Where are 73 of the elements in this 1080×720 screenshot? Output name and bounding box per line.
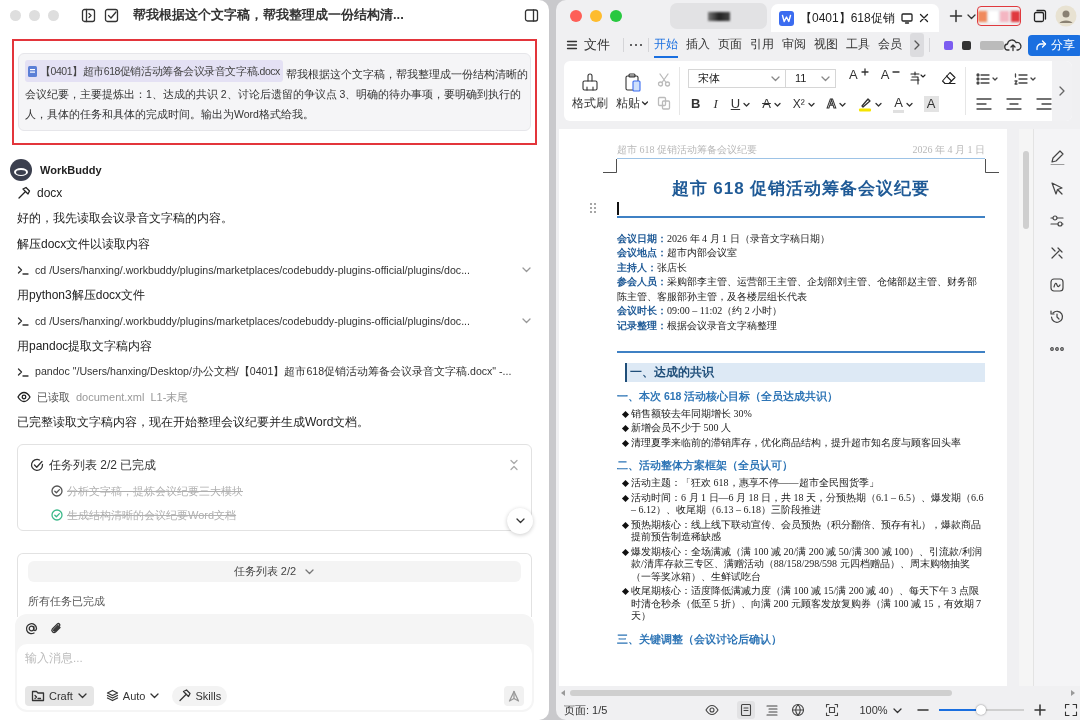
- bullet-text: 清理夏季来临前的滞销库存，优化商品结构，提升超市知名度与顾客回头率: [631, 436, 961, 449]
- task-summary: 所有任务已完成: [28, 594, 106, 609]
- message-text: 解压docx文件以读取内容: [17, 235, 151, 253]
- read-label: 已读取: [37, 389, 70, 405]
- mode-button[interactable]: Craft: [25, 685, 94, 706]
- attachment-chip[interactable]: 【0401】超市618促销活动筹备会议录音文字稿.docx: [25, 60, 283, 82]
- task-list-toggle[interactable]: 任务列表 2/2: [28, 560, 521, 582]
- bold-button[interactable]: B: [688, 94, 704, 114]
- ribbon-tab[interactable]: 开始: [654, 32, 678, 58]
- assistant-name: WorkBuddy: [40, 163, 102, 176]
- window-title: 帮我根据这个文字稿，帮我整理成一份结构清...: [133, 6, 404, 24]
- ribbon-tab[interactable]: 审阅: [782, 32, 806, 58]
- task-text: 生成结构清晰的会议纪要Word文档: [67, 507, 237, 523]
- skill-label: docx: [37, 186, 63, 201]
- paste-button[interactable]: 粘贴: [616, 71, 649, 111]
- file-name: document.xml: [76, 391, 145, 404]
- meeting-info: 会议日期：2026 年 4 月 1 日（录音文字稿日期）: [617, 231, 831, 246]
- font-size-select[interactable]: 11: [786, 68, 836, 88]
- subsection-heading: 三、关键调整（会议讨论后确认）: [617, 632, 782, 646]
- bullet-text: 销售额较去年同期增长 30%: [631, 407, 752, 420]
- message-text: 帮我根据这个文字稿，帮我整理成一份结构清晰的: [285, 67, 528, 80]
- underline-button[interactable]: U: [727, 94, 753, 114]
- model-button[interactable]: Auto: [99, 685, 167, 706]
- file-menu[interactable]: 文件: [566, 36, 618, 54]
- task-list-title: 任务列表 2/2 已完成: [49, 456, 157, 474]
- italic-button[interactable]: I: [710, 94, 721, 114]
- document-tab[interactable]: 【0401】618促销: [771, 4, 939, 32]
- shading-button[interactable]: A: [921, 94, 941, 114]
- bullet-text: 收尾期核心：适度降低满减力度（满 100 减 15/满 200 减 40）、每天下午 3 点限时清仓秒杀（低至 5 折）、向满 200 元顾客发放复购券（满 100 减 15，有效期 7 天）: [631, 585, 982, 623]
- command-text: cd /Users/hanxing/.workbuddy/plugins/marketplaces/codebuddy-plugins-official/plugins/doc...: [35, 263, 471, 276]
- section-heading: 一、达成的共识: [625, 362, 985, 382]
- meeting-info: 会议地点：超市内部会议室: [617, 246, 738, 260]
- subsection-heading: 一、本次 618 活动核心目标（全员达成共识）: [617, 389, 839, 403]
- ribbon-tab[interactable]: 工具: [846, 32, 870, 58]
- strikethrough-button[interactable]: A: [759, 94, 783, 114]
- ribbon-tab[interactable]: 引用: [750, 32, 774, 58]
- bullet-text: 预热期核心：线上线下联动宣传、会员预热（积分翻倍、预存有礼），爆款商品提前预告制造稀缺感: [631, 518, 982, 544]
- font-color-button[interactable]: A: [891, 94, 915, 114]
- message-text: 用python3解压docx文件: [17, 286, 146, 304]
- meeting-info: 记录整理：根据会议录音文字稿整理: [617, 318, 778, 333]
- font-select[interactable]: 宋体: [688, 68, 786, 88]
- command-text: pandoc "/Users/hanxing/Desktop/办公文档/【0401】超市618促销活动筹备会议录音文字稿.docx" -...: [35, 364, 513, 379]
- format-painter-button[interactable]: 格式刷: [572, 71, 608, 111]
- message-text: 会议纪要，主要提炼出：1、达成的共识 2、讨论后遗留的争议点 3、明确的待办事项，要明确到执行的人，具体的任务和具体的完成时间。输出为Word格式给我。: [25, 86, 523, 122]
- message-text: 好的，我先读取会议录音文字稿的内容。: [17, 210, 233, 228]
- bullet-text: 爆发期核心：全场满减（满 100 减 20/满 200 减 50/满 300 减 100）、引流款/利润款/清库存款三专区、满赠活动（88/158/298/598 元四档赠品）、周末购物抽奖（一等奖冰箱）、生鲜试吃台: [631, 545, 983, 583]
- ribbon-tab[interactable]: 插入: [686, 32, 710, 58]
- message-input[interactable]: 输入消息...: [25, 649, 225, 666]
- ribbon-tab[interactable]: 页面: [718, 32, 742, 58]
- meeting-info: 会议时长：09:00 – 11:02（约 2 小时）: [617, 304, 784, 318]
- page-header-text: 超市 618 促销活动筹备会议纪要: [617, 143, 757, 157]
- ribbon-tab[interactable]: 视图: [814, 32, 838, 58]
- message-text: 已完整读取文字稿内容，现在开始整理会议纪要并生成Word文档。: [17, 414, 370, 432]
- message-text: 用pandoc提取文字稿内容: [17, 337, 153, 355]
- text-effect-button[interactable]: A: [823, 94, 849, 114]
- share-button[interactable]: 分享: [1028, 34, 1080, 56]
- document-title: 超市 618 促销活动筹备会议纪要: [670, 178, 932, 200]
- subsection-heading: 二、活动整体方案框架（全员认可）: [617, 459, 793, 472]
- superscript-button[interactable]: X²: [789, 94, 817, 114]
- ribbon-tab[interactable]: 会员: [878, 32, 902, 58]
- meeting-info: 参会人员：采购部李主管、运营部王主管、企划部刘主管、仓储部赵主管、财务部陈主管、客服部孙主管，及各楼层组长代表: [617, 275, 978, 304]
- task-text: 分析文字稿，提炼会议纪要三大模块: [67, 483, 243, 499]
- bullet-text: 新增会员不少于 500 人: [631, 422, 731, 435]
- page-indicator: 页面: 1/5: [564, 702, 608, 718]
- bullet-text: 活动主题：「狂欢 618，惠享不停——超市全民囤货季」: [631, 477, 879, 490]
- zoom-menu[interactable]: 100%: [857, 702, 905, 718]
- skills-button[interactable]: Skills: [172, 685, 228, 706]
- shrink-font-button[interactable]: A: [877, 68, 903, 88]
- command-text: cd /Users/hanxing/.workbuddy/plugins/marketplaces/codebuddy-plugins-official/plugins/doc...: [35, 314, 471, 327]
- grow-font-button[interactable]: A: [846, 68, 871, 88]
- bullet-text: 活动时间：6 月 1 日—6 月 18 日，共 18 天，分预热期（6.1 – 6.5）、爆发期（6.6 – 6.12）、收尾期（6.13 – 6.18）三阶段推进: [631, 491, 985, 517]
- meeting-info: 主持人：张店长: [617, 260, 688, 275]
- line-range: L1-末尾: [150, 389, 189, 405]
